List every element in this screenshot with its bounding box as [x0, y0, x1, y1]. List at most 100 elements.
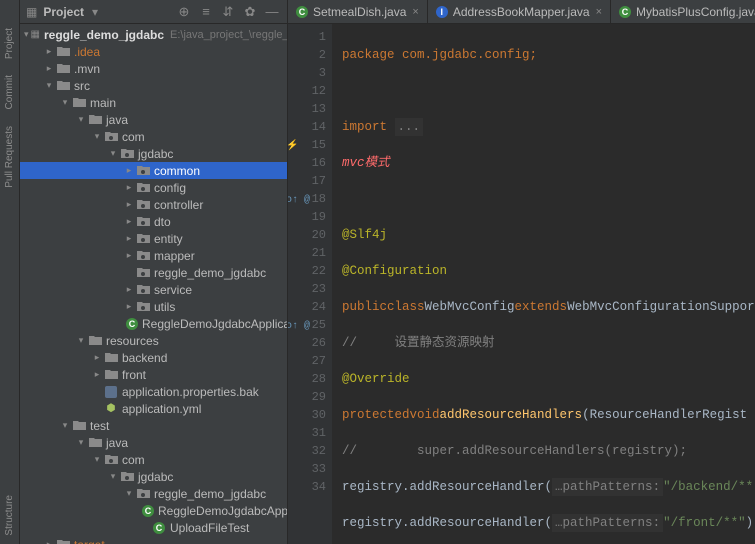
tree-item-resources[interactable]: ▾resources [20, 332, 287, 349]
tree-item-application-yml[interactable]: ⬢application.yml [20, 400, 287, 417]
line-number: 3 [288, 64, 326, 82]
tree-item-java[interactable]: ▾java [20, 434, 287, 451]
chevron-down-icon[interactable]: ▾ [92, 5, 98, 19]
arrow-icon: ▸ [124, 199, 134, 210]
line-number: 29 [288, 388, 326, 406]
arrow-icon: ▸ [124, 284, 134, 295]
tree-item-label: mapper [154, 249, 195, 263]
arrow-icon: ▸ [44, 63, 54, 74]
tab-addressbookmapper[interactable]: I AddressBookMapper.java × [428, 0, 611, 24]
close-icon[interactable]: × [412, 6, 418, 18]
line-number: 21 [288, 244, 326, 262]
line-number: 13 [288, 100, 326, 118]
close-icon[interactable]: × [596, 6, 602, 18]
sidebar-tab-project[interactable]: Project [2, 20, 17, 67]
file-icon [104, 385, 118, 399]
tree-item-utils[interactable]: ▸utils [20, 298, 287, 315]
tree-item-label: java [106, 113, 128, 127]
tree-item-entity[interactable]: ▸entity [20, 230, 287, 247]
arrow-icon: ▸ [124, 216, 134, 227]
tree-item-label: test [90, 419, 109, 433]
line-number: 1 [288, 28, 326, 46]
folder-icon [56, 79, 70, 93]
code-editor[interactable]: package com.jgdabc.config; import ... mv… [332, 24, 755, 544]
tree-item--idea[interactable]: ▸.idea [20, 43, 287, 60]
package-icon [136, 198, 150, 212]
tree-item-target[interactable]: ▸target [20, 536, 287, 544]
tree-item-com[interactable]: ▾com [20, 128, 287, 145]
arrow-icon: ▾ [24, 29, 29, 40]
code-text: @Slf4j [342, 226, 387, 244]
tree-root[interactable]: ▾ ▦ reggle_demo_jgdabc E:\java_project_\… [20, 26, 287, 43]
tab-setmealdish[interactable]: C SetmealDish.java × [288, 0, 428, 24]
tree-item-test[interactable]: ▾test [20, 417, 287, 434]
arrow-icon: ▾ [108, 471, 118, 482]
tree-item-label: common [154, 164, 200, 178]
tree-item-reggledemojgdabcapplication[interactable]: CReggleDemoJgdabcApplication [20, 315, 287, 332]
package-icon [136, 487, 150, 501]
sidebar-tab-pull-requests[interactable]: Pull Requests [2, 118, 17, 196]
code-text: …pathPatterns: [552, 478, 663, 496]
code-text: class [387, 298, 425, 316]
code-text: @Override [342, 370, 410, 388]
tool-tab-strip: Project Commit Pull Requests Structure [0, 0, 20, 544]
tree-item-label: utils [154, 300, 175, 314]
tree-item-controller[interactable]: ▸controller [20, 196, 287, 213]
project-panel: ▦ Project ▾ ⊕ ≡ ⇵ ✿ — ▾ ▦ reggle_demo_jg… [20, 0, 288, 544]
sidebar-tab-structure[interactable]: Structure [2, 487, 17, 544]
hide-icon[interactable]: — [263, 3, 281, 21]
tree-item-config[interactable]: ▸config [20, 179, 287, 196]
root-path: E:\java_project_\reggle_de [170, 29, 287, 41]
code-text: void [410, 406, 440, 424]
tree-item-backend[interactable]: ▸backend [20, 349, 287, 366]
expand-icon[interactable]: ≡ [197, 3, 215, 21]
tab-mybatisplusconfig[interactable]: C MybatisPlusConfig.java × [611, 0, 755, 24]
tree-item-service[interactable]: ▸service [20, 281, 287, 298]
class-icon: C [142, 504, 154, 518]
tree-item-dto[interactable]: ▸dto [20, 213, 287, 230]
line-number: o↑ @18 [288, 190, 326, 208]
arrow-icon: ▾ [44, 80, 54, 91]
code-text: "/front/**" [663, 514, 746, 532]
tree-item-main[interactable]: ▾main [20, 94, 287, 111]
gear-icon[interactable]: ✿ [241, 3, 259, 21]
code-text: mvc模式 [342, 154, 390, 172]
tree-item-application-properties-bak[interactable]: application.properties.bak [20, 383, 287, 400]
collapse-icon[interactable]: ⇵ [219, 3, 237, 21]
arrow-icon: ▾ [76, 114, 86, 125]
arrow-icon: ▾ [108, 148, 118, 159]
tree-item-com[interactable]: ▾com [20, 451, 287, 468]
tree-item-jgdabc[interactable]: ▾jgdabc [20, 145, 287, 162]
tree-item-label: resources [106, 334, 159, 348]
tree-item-reggle-demo-jgdabc[interactable]: reggle_demo_jgdabc [20, 264, 287, 281]
tree-item-common[interactable]: ▸common [20, 162, 287, 179]
code-text: ResourceHandlerRegist [590, 406, 748, 424]
tree-item-src[interactable]: ▾src [20, 77, 287, 94]
tree-item-label: jgdabc [138, 470, 173, 484]
tree-item-uploadfiletest[interactable]: CUploadFileTest [20, 519, 287, 536]
line-number: 19 [288, 208, 326, 226]
sidebar-tab-commit[interactable]: Commit [2, 67, 17, 117]
tree-item-label: backend [122, 351, 167, 365]
line-number: 34 [288, 478, 326, 496]
tree-item-mapper[interactable]: ▸ mapper [20, 247, 287, 264]
tree-item-label: com [122, 130, 145, 144]
arrow-icon: ▸ [124, 250, 134, 261]
code-text: …pathPatterns: [552, 514, 663, 532]
tree-item-front[interactable]: ▸front [20, 366, 287, 383]
line-number: 20 [288, 226, 326, 244]
arrow-icon: ▾ [92, 454, 102, 465]
tree-item-label: UploadFileTest [170, 521, 249, 535]
package-icon [136, 283, 150, 297]
tree-item-reggledemojgdabcapplicati[interactable]: CReggleDemoJgdabcApplicati [20, 502, 287, 519]
tree-item-jgdabc[interactable]: ▾ jgdabc [20, 468, 287, 485]
tree-item-java[interactable]: ▾ java [20, 111, 287, 128]
code-text: protected [342, 406, 410, 424]
tree-item--mvn[interactable]: ▸.mvn [20, 60, 287, 77]
tree-item-reggle-demo-jgdabc[interactable]: ▾reggle_demo_jgdabc [20, 485, 287, 502]
arrow-icon: ▸ [124, 233, 134, 244]
editor-area: C SetmealDish.java × I AddressBookMapper… [288, 0, 755, 544]
code-text: WebMvcConfig [425, 298, 515, 316]
locate-icon[interactable]: ⊕ [175, 3, 193, 21]
package-icon [136, 181, 150, 195]
